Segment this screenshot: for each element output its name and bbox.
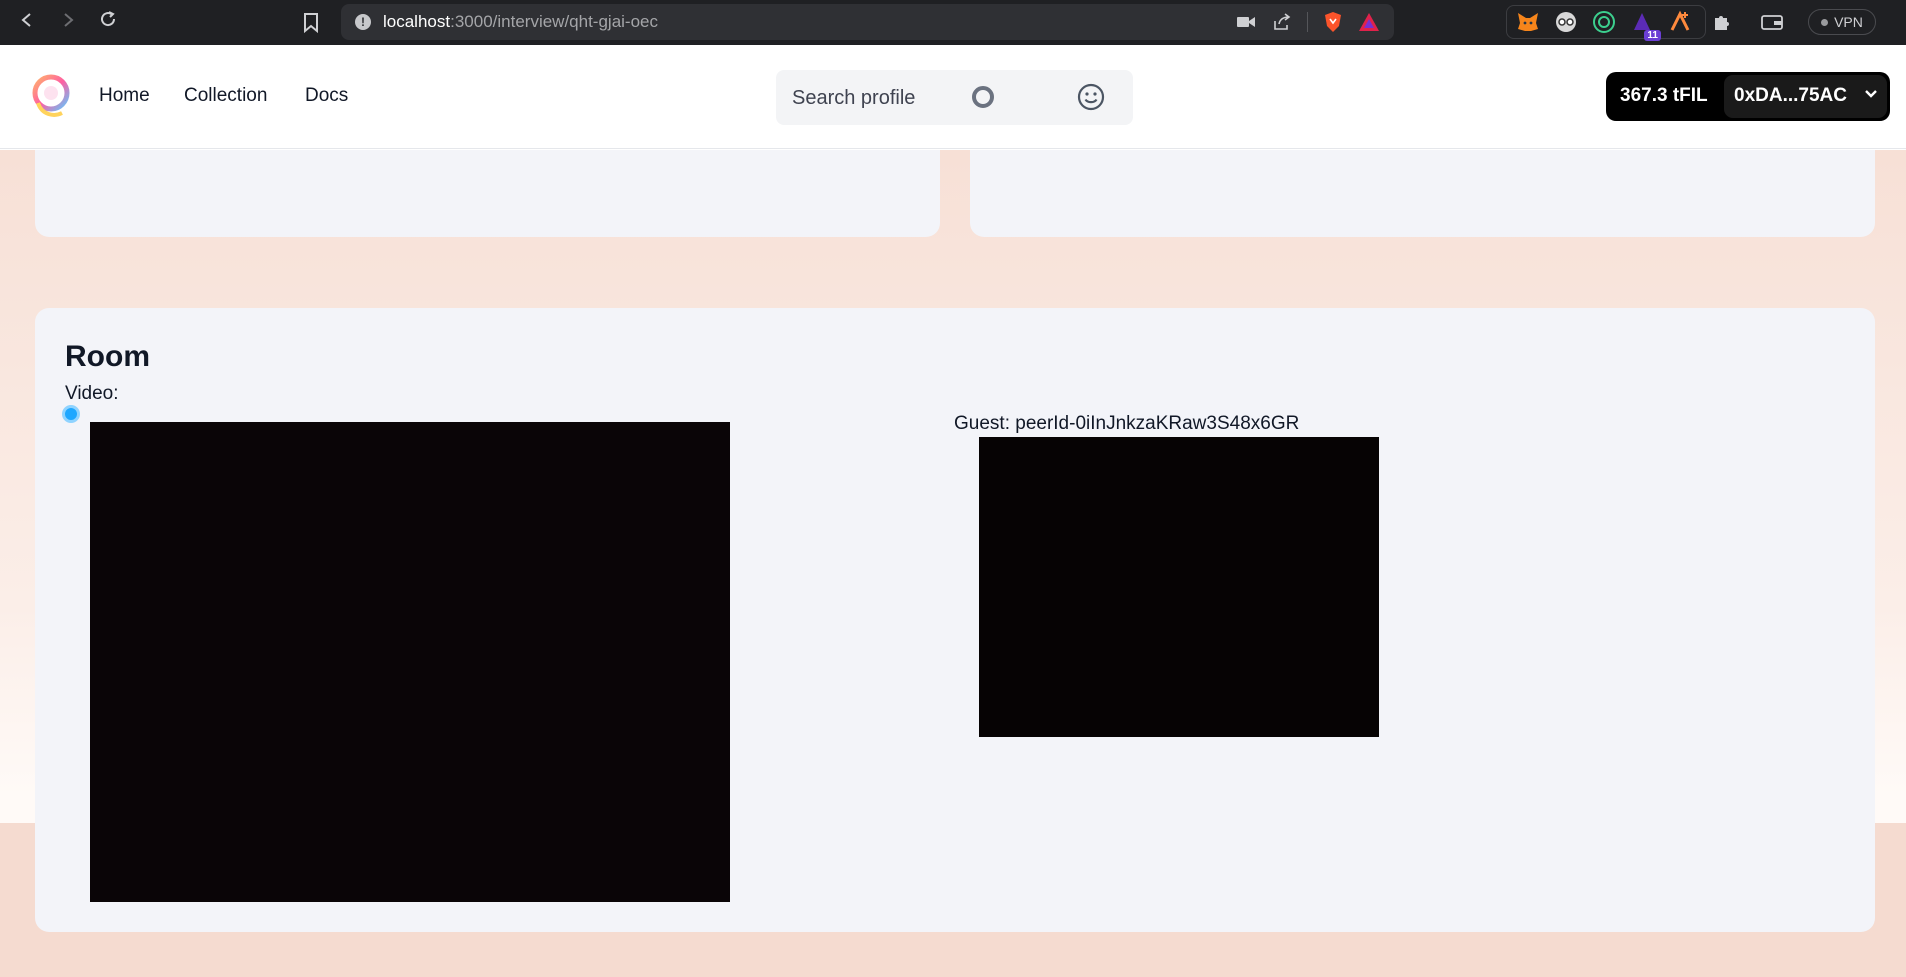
local-video-indicator-icon: [62, 405, 80, 423]
nav-collection-link[interactable]: Collection: [184, 85, 267, 107]
top-right-card: [970, 150, 1875, 237]
camera-icon[interactable]: [1235, 11, 1257, 33]
search-placeholder: Search profile: [792, 87, 916, 109]
vpn-label: VPN: [1834, 14, 1863, 30]
address-bar[interactable]: ! localhost:3000/interview/qht-gjai-oec: [341, 4, 1394, 40]
vpn-button[interactable]: VPN: [1808, 9, 1876, 35]
wizard-hat-extension-icon[interactable]: 11: [1629, 9, 1661, 41]
search-input[interactable]: Search profile: [776, 70, 1133, 125]
nav-docs-link[interactable]: Docs: [305, 85, 348, 107]
top-left-card: [35, 150, 940, 237]
puzzle-extensions-icon[interactable]: [1709, 9, 1735, 35]
app-header: Home Collection Docs Search profile 367.…: [0, 45, 1906, 149]
wallet-button[interactable]: 367.3 tFIL 0xDA...75AC: [1606, 72, 1890, 121]
smile-icon[interactable]: [1077, 83, 1105, 111]
back-icon[interactable]: [13, 8, 41, 36]
vpn-status-icon: [1821, 18, 1829, 26]
url-path: :3000/interview/qht-gjai-oec: [450, 12, 659, 31]
brave-rewards-icon[interactable]: [1358, 11, 1380, 33]
url-text[interactable]: localhost:3000/interview/qht-gjai-oec: [383, 12, 658, 32]
wallet-icon[interactable]: [1759, 9, 1785, 35]
brave-shield-icon[interactable]: [1322, 11, 1344, 33]
chevron-down-icon: [1863, 85, 1879, 101]
extension-badge: 11: [1644, 30, 1661, 41]
address-bar-divider: [1307, 12, 1308, 32]
loading-spinner-icon: [972, 86, 994, 108]
wallet-balance: 367.3 tFIL: [1620, 85, 1708, 106]
video-label: Video:: [65, 383, 119, 404]
url-host: localhost: [383, 12, 451, 31]
guest-label: Guest: peerId-0iInJnkzaKRaw3S48x6GR: [954, 413, 1300, 434]
room-card: Room Video: Guest: peerId-0iInJnkzaKRaw3…: [35, 308, 1875, 932]
target-extension-icon[interactable]: [1591, 9, 1617, 35]
forward-icon[interactable]: [54, 8, 82, 36]
nav-home-link[interactable]: Home: [99, 85, 150, 107]
metamask-fox-icon[interactable]: [1515, 9, 1541, 35]
wallet-address-button[interactable]: 0xDA...75AC: [1724, 75, 1887, 118]
share-icon[interactable]: [1271, 11, 1293, 33]
bookmark-icon[interactable]: [302, 8, 326, 36]
local-video[interactable]: [90, 422, 730, 902]
address-bar-actions: [1235, 11, 1380, 33]
room-title: Room: [65, 340, 150, 373]
app-logo[interactable]: [28, 73, 74, 119]
arrow-up-extension-icon[interactable]: [1667, 9, 1693, 35]
site-info-icon[interactable]: !: [355, 14, 371, 30]
extensions-group: 11: [1506, 5, 1706, 41]
guest-video[interactable]: [979, 437, 1379, 737]
reload-icon[interactable]: [94, 8, 122, 36]
glasses-extension-icon[interactable]: [1553, 9, 1579, 35]
wallet-address: 0xDA...75AC: [1734, 85, 1847, 106]
browser-toolbar: ! localhost:3000/interview/qht-gjai-oec: [0, 0, 1906, 45]
